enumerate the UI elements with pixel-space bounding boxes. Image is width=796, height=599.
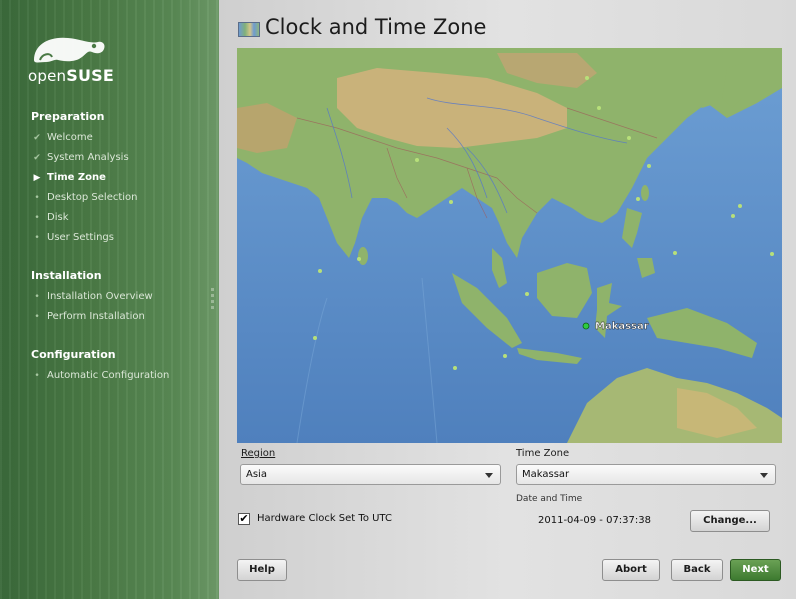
gecko-icon — [34, 37, 105, 63]
step-disk: • Disk — [31, 211, 68, 225]
section-title-preparation: Preparation — [31, 110, 105, 123]
step-desktop-selection: • Desktop Selection — [31, 191, 137, 205]
step-time-zone: ▶ Time Zone — [31, 171, 106, 185]
bullet-icon: • — [34, 312, 40, 322]
step-perform-installation: • Perform Installation — [31, 310, 144, 324]
map-image: Makassar — [237, 48, 782, 443]
bullet-icon: • — [34, 292, 40, 302]
step-installation-overview: • Installation Overview — [31, 290, 152, 304]
bullet-icon: • — [34, 213, 40, 223]
section-title-installation: Installation — [31, 269, 102, 282]
check-icon: ✔ — [33, 133, 41, 143]
abort-button[interactable]: Abort — [602, 559, 660, 581]
opensuse-wordmark: openSUSE — [28, 66, 115, 85]
sidebar-resize-handle[interactable] — [211, 288, 214, 310]
opensuse-logo: openSUSE — [28, 30, 118, 85]
hardware-clock-utc-checkbox[interactable]: ✔ — [238, 513, 250, 525]
date-time-value: 2011-04-09 - 07:37:38 — [538, 515, 651, 526]
step-welcome: ✔ Welcome — [31, 131, 93, 145]
selected-city-label: Makassar — [595, 321, 649, 332]
section-title-configuration: Configuration — [31, 348, 116, 361]
chevron-down-icon — [760, 473, 768, 478]
bullet-icon: • — [34, 193, 40, 203]
check-icon: ✔ — [33, 153, 41, 163]
next-button[interactable]: Next — [730, 559, 781, 581]
timezone-map[interactable]: Makassar — [237, 48, 782, 443]
selected-city-marker[interactable] — [582, 322, 590, 330]
timezone-select[interactable]: Makassar — [516, 464, 776, 485]
world-map-icon — [238, 22, 260, 37]
back-button[interactable]: Back — [671, 559, 723, 581]
help-button[interactable]: Help — [237, 559, 287, 581]
arrow-right-icon: ▶ — [33, 173, 41, 183]
step-user-settings: • User Settings — [31, 231, 114, 245]
chevron-down-icon — [485, 473, 493, 478]
date-time-label: Date and Time — [516, 494, 583, 504]
page-title: Clock and Time Zone — [265, 15, 487, 39]
region-label: Region — [241, 448, 276, 459]
bullet-icon: • — [34, 371, 40, 381]
sidebar: openSUSE Preparation ✔ Welcome ✔ System An… — [0, 0, 219, 599]
hardware-clock-utc-label[interactable]: Hardware Clock Set To UTC — [257, 513, 392, 524]
region-select[interactable]: Asia — [240, 464, 501, 485]
bullet-icon: • — [34, 233, 40, 243]
step-system-analysis: ✔ System Analysis — [31, 151, 128, 165]
timezone-label: Time Zone — [516, 448, 570, 459]
step-automatic-configuration: • Automatic Configuration — [31, 369, 169, 383]
change-button[interactable]: Change... — [690, 510, 770, 532]
